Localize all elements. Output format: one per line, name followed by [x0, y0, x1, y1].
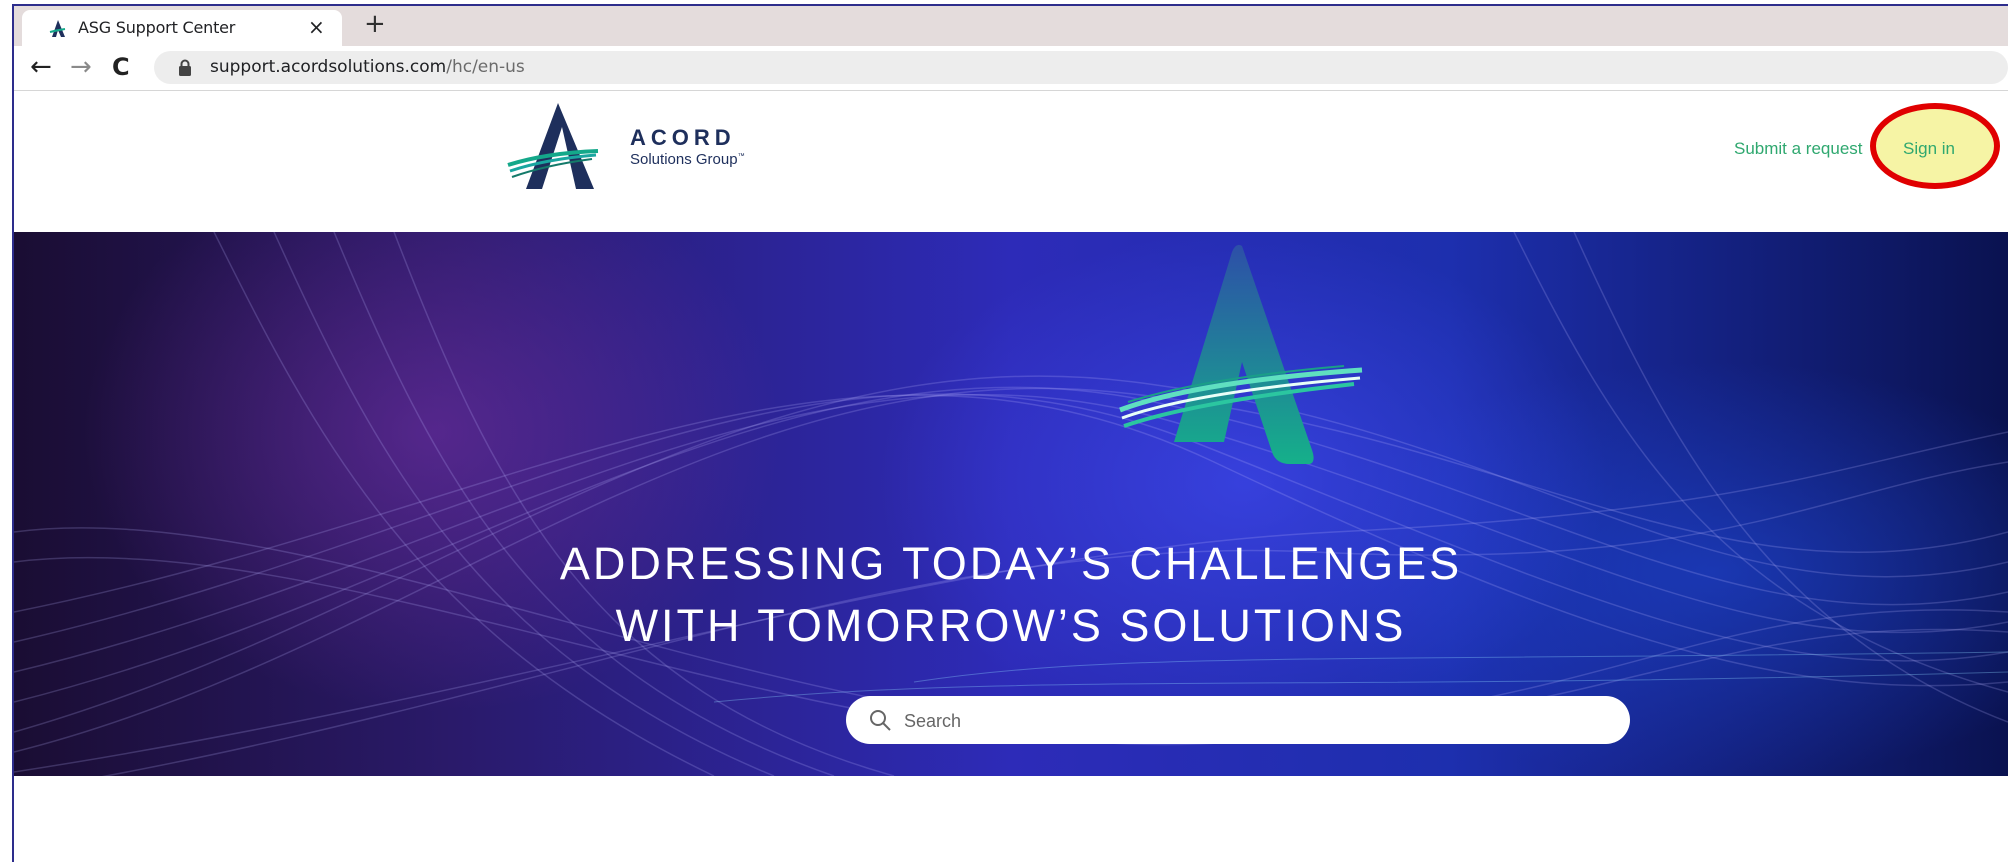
url-host: support.acordsolutions.com — [210, 57, 447, 77]
acord-logo-mark — [507, 103, 599, 189]
hero-headline-line2: WITH TOMORROW’S SOLUTIONS — [615, 600, 1407, 651]
tab-strip: ASG Support Center × + — [14, 6, 2008, 46]
url-path: /hc/en-us — [446, 57, 525, 77]
search-icon — [870, 710, 891, 731]
acord-hero-logo-icon — [1119, 244, 1363, 464]
acord-logo[interactable]: ACORD Solutions Group™ — [506, 99, 766, 191]
back-arrow-icon[interactable]: ← — [30, 52, 52, 82]
logo-subtitle-text: Solutions Group — [630, 151, 738, 168]
url-text: support.acordsolutions.com/hc/en-us — [210, 57, 525, 77]
acord-favicon-icon — [49, 20, 66, 37]
close-icon[interactable]: × — [308, 15, 325, 39]
logo-trademark: ™ — [737, 153, 745, 160]
hero-wave-lines — [14, 232, 2008, 776]
lock-icon — [179, 59, 191, 76]
browser-tab[interactable]: ASG Support Center × — [22, 10, 342, 46]
search-input[interactable] — [902, 704, 1606, 738]
plus-icon[interactable]: + — [364, 9, 386, 39]
address-bar[interactable]: support.acordsolutions.com/hc/en-us — [154, 51, 2008, 84]
search-box[interactable] — [846, 696, 1630, 744]
hero-headline-line1: ADDRESSING TODAY’S CHALLENGES — [559, 538, 1463, 589]
logo-wordmark: ACORD — [630, 125, 736, 150]
reload-icon[interactable]: C — [112, 53, 130, 81]
logo-subtitle: Solutions Group™ — [630, 151, 745, 168]
forward-arrow-icon[interactable]: → — [70, 52, 92, 82]
site-header: ACORD Solutions Group™ Submit a request … — [14, 91, 2008, 232]
browser-toolbar: ← → C support.acordsolutions.com/hc/en-u… — [14, 46, 2008, 91]
sign-in-link[interactable]: Sign in — [1903, 139, 1955, 159]
tab-title: ASG Support Center — [78, 18, 236, 37]
submit-request-link[interactable]: Submit a request — [1734, 139, 1872, 159]
hero-banner: ADDRESSING TODAY’S CHALLENGES WITH TOMOR… — [14, 232, 2008, 776]
